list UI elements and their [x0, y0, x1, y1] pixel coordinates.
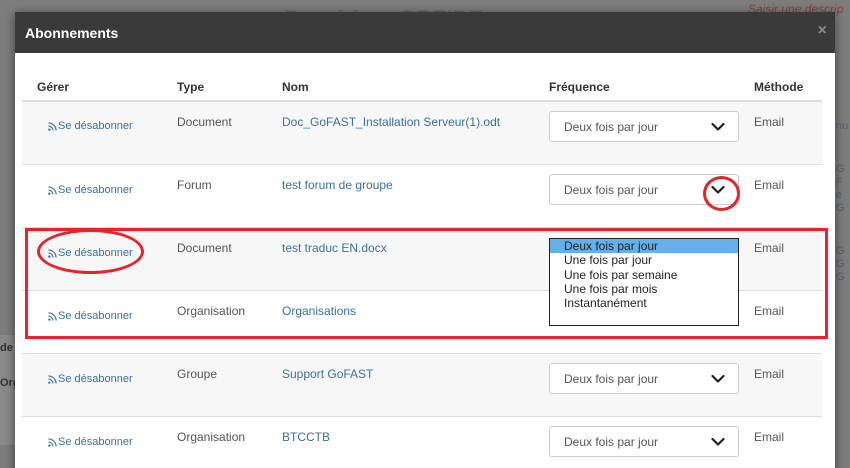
rss-icon — [48, 311, 57, 321]
unsubscribe-link[interactable]: Se désabonner — [48, 310, 133, 322]
table-header: Gérer Type Nom Fréquence Méthode — [22, 69, 822, 102]
row-method: Email — [754, 430, 785, 444]
row-type: Document — [177, 115, 232, 129]
header-method: Méthode — [754, 80, 804, 94]
frequency-select-value: Deux fois par jour — [564, 120, 659, 134]
header-name: Nom — [282, 80, 309, 94]
rss-icon — [48, 185, 57, 195]
table-row: Se désabonner Document Doc_GoFAST_Installa… — [22, 102, 822, 165]
modal-title: Abonnements — [25, 25, 119, 41]
frequency-select-value: Deux fois par jour — [564, 183, 659, 197]
header-manage: Gérer — [37, 80, 70, 94]
row-type: Forum — [177, 178, 212, 192]
bg-fragment: F — [836, 176, 843, 188]
frequency-select[interactable]: Deux fois par jour — [549, 363, 739, 394]
row-name-link[interactable]: test traduc EN.docx — [282, 241, 387, 255]
frequency-select[interactable]: Deux fois par jour — [549, 174, 739, 205]
rss-icon — [48, 248, 57, 258]
unsubscribe-label: Se désabonner — [58, 120, 133, 132]
bg-fragment: nu — [836, 120, 849, 132]
row-name-link[interactable]: Support GoFAST — [282, 367, 373, 381]
chevron-down-icon — [711, 374, 725, 383]
chevron-down-icon — [711, 122, 725, 131]
row-method: Email — [754, 367, 785, 381]
unsubscribe-label: Se désabonner — [58, 184, 133, 196]
unsubscribe-label: Se désabonner — [58, 247, 133, 259]
row-type: Organisation — [177, 430, 246, 444]
bg-fragment: G — [836, 202, 845, 214]
row-type: Groupe — [177, 367, 218, 381]
row-name-link[interactable]: BTCCTB — [282, 430, 330, 444]
row-name-link[interactable]: test forum de groupe — [282, 178, 393, 192]
option-une-fois-par-mois[interactable]: Une fois par mois — [550, 282, 738, 296]
bg-fragment: G — [836, 271, 845, 283]
background-right-fragments: nu G F e G G G G — [836, 120, 850, 320]
unsubscribe-link[interactable]: Se désabonner — [48, 247, 133, 259]
frequency-select-value: Deux fois par jour — [564, 435, 659, 449]
row-name-link[interactable]: Organisations — [282, 304, 356, 318]
unsubscribe-link[interactable]: Se désabonner — [48, 184, 133, 196]
row-method: Email — [754, 241, 785, 255]
rss-icon — [48, 437, 57, 447]
option-deux-fois-par-jour[interactable]: Deux fois par jour — [550, 239, 738, 254]
chevron-down-icon — [711, 437, 725, 446]
background-left-strip: de Org — [0, 335, 20, 445]
option-instantanement[interactable]: Instantanément — [550, 296, 738, 310]
bg-fragment: G — [836, 258, 845, 270]
row-method: Email — [754, 115, 785, 129]
close-icon[interactable]: × — [818, 22, 827, 40]
row-name-link[interactable]: Doc_GoFAST_Installation Serveur(1).odt — [282, 115, 500, 129]
table-row: Se désabonner Forum test forum de groupe De… — [22, 165, 822, 228]
unsubscribe-label: Se désabonner — [58, 310, 133, 322]
frequency-select-value: Deux fois par jour — [564, 372, 659, 386]
rss-icon — [48, 121, 57, 131]
option-une-fois-par-semaine[interactable]: Une fois par semaine — [550, 268, 738, 282]
frequency-select[interactable]: Deux fois par jour — [549, 426, 739, 457]
header-type: Type — [177, 80, 205, 94]
frequency-select[interactable]: Deux fois par jour — [549, 111, 739, 142]
row-method: Email — [754, 304, 785, 318]
option-une-fois-par-jour[interactable]: Une fois par jour — [550, 253, 738, 267]
row-method: Email — [754, 178, 785, 192]
bg-fragment: G — [836, 245, 845, 257]
bg-left-label: de — [0, 342, 13, 354]
table-row: Se désabonner Organisation BTCCTB Deux fois… — [22, 417, 822, 468]
unsubscribe-label: Se désabonner — [58, 373, 133, 385]
chevron-down-icon — [711, 185, 725, 194]
rss-icon — [48, 374, 57, 384]
unsubscribe-label: Se désabonner — [58, 436, 133, 448]
bg-fragment: G — [836, 163, 845, 175]
unsubscribe-link[interactable]: Se désabonner — [48, 436, 133, 448]
frequency-dropdown-list[interactable]: Deux fois par jour Une fois par jour Une… — [549, 238, 739, 326]
unsubscribe-link[interactable]: Se désabonner — [48, 120, 133, 132]
modal-header: Abonnements × — [15, 12, 835, 53]
bg-fragment: e — [836, 189, 843, 201]
row-type: Organisation — [177, 304, 246, 318]
header-frequency: Fréquence — [549, 80, 610, 94]
row-type: Document — [177, 241, 232, 255]
table-row: Se désabonner Groupe Support GoFAST Deux fo… — [22, 354, 822, 417]
unsubscribe-link[interactable]: Se désabonner — [48, 373, 133, 385]
